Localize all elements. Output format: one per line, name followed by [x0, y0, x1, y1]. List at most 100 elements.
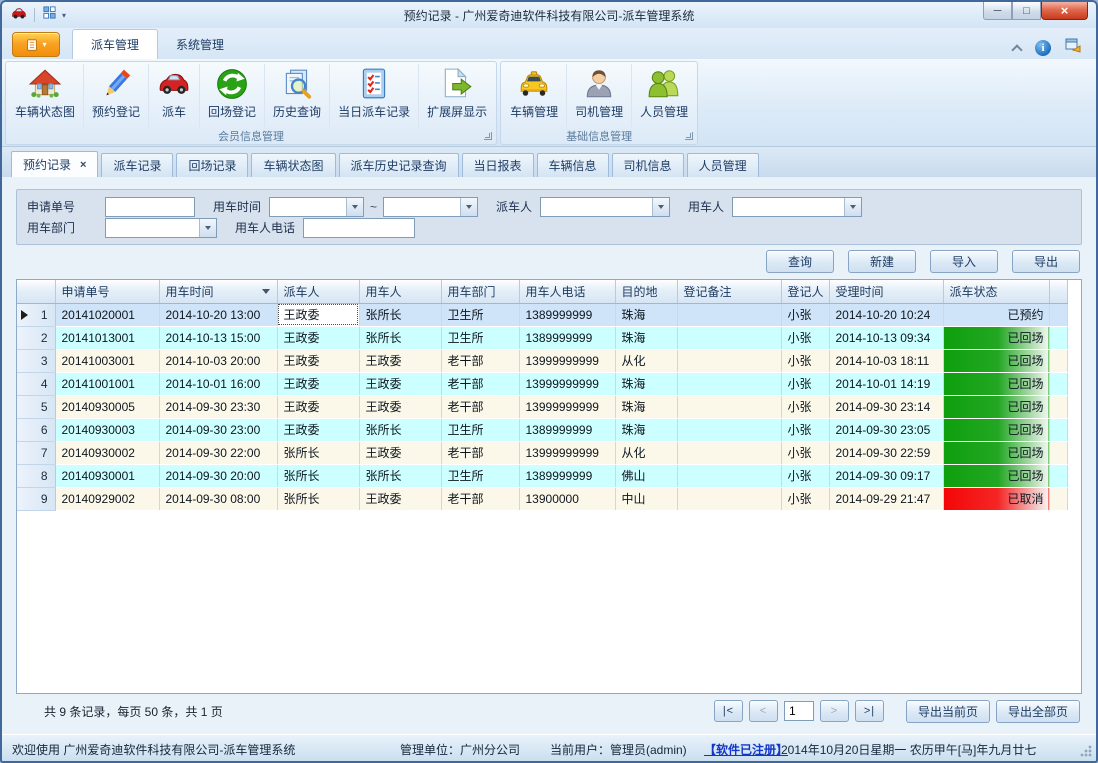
cell-accept_time[interactable]: 2014-10-13 09:34	[829, 326, 943, 349]
statusbar-registered-link[interactable]: 【软件已注册】	[704, 741, 788, 758]
row-header[interactable]: 1	[17, 303, 55, 326]
export-current-page-button[interactable]: 导出当前页	[906, 700, 990, 723]
cell-accept_time[interactable]: 2014-09-29 21:47	[829, 487, 943, 510]
cell-remark[interactable]	[677, 326, 781, 349]
cell-phone[interactable]: 1389999999	[519, 326, 615, 349]
next-page-button[interactable]: >	[820, 700, 849, 722]
cell-department[interactable]: 卫生所	[441, 418, 519, 441]
cell-accept_time[interactable]: 2014-10-20 10:24	[829, 303, 943, 326]
combo-dropdown-icon[interactable]	[844, 198, 861, 216]
quick-access-dropdown-icon[interactable]: ▾	[62, 11, 66, 20]
table-row[interactable]: 1201410200012014-10-20 13:00王政委张所长卫生所138…	[17, 303, 1067, 326]
table-row[interactable]: 6201409300032014-09-30 23:00王政委张所长卫生所138…	[17, 418, 1067, 441]
cell-registrar[interactable]: 小张	[781, 464, 829, 487]
cell-phone[interactable]: 13999999999	[519, 349, 615, 372]
column-header[interactable]: 用车人电话	[519, 280, 615, 303]
column-header[interactable]: 派车人	[277, 280, 359, 303]
cell-order_no[interactable]: 20140930002	[55, 441, 159, 464]
last-page-button[interactable]: >|	[855, 700, 884, 722]
cell-destination[interactable]: 珠海	[615, 395, 677, 418]
column-header[interactable]: 登记人	[781, 280, 829, 303]
cell-accept_time[interactable]: 2014-09-30 23:14	[829, 395, 943, 418]
filter-text-input[interactable]	[303, 218, 415, 238]
column-header[interactable]: 用车部门	[441, 280, 519, 303]
cell-dispatcher[interactable]: 张所长	[277, 441, 359, 464]
table-row[interactable]: 7201409300022014-09-30 22:00张所长王政委老干部139…	[17, 441, 1067, 464]
ribbon-button[interactable]: 司机管理	[567, 64, 632, 127]
cell-dispatcher[interactable]: 王政委	[277, 395, 359, 418]
cell-use_time[interactable]: 2014-09-30 23:30	[159, 395, 277, 418]
action-button[interactable]: 导入	[930, 250, 998, 273]
cell-destination[interactable]: 从化	[615, 349, 677, 372]
action-button[interactable]: 新建	[848, 250, 916, 273]
row-header[interactable]: 7	[17, 441, 55, 464]
cell-order_no[interactable]: 20141003001	[55, 349, 159, 372]
row-header[interactable]: 3	[17, 349, 55, 372]
doc-tab[interactable]: 人员管理	[687, 153, 759, 177]
cell-accept_time[interactable]: 2014-10-03 18:11	[829, 349, 943, 372]
column-header[interactable]: 登记备注	[677, 280, 781, 303]
cell-phone[interactable]: 1389999999	[519, 303, 615, 326]
table-row[interactable]: 4201410010012014-10-01 16:00王政委王政委老干部139…	[17, 372, 1067, 395]
cell-passenger[interactable]: 张所长	[359, 418, 441, 441]
filter-combo[interactable]	[540, 197, 670, 217]
page-number-input[interactable]	[784, 701, 814, 721]
ribbon-button[interactable]: 派车	[149, 64, 200, 127]
table-row[interactable]: 3201410030012014-10-03 20:00王政委王政委老干部139…	[17, 349, 1067, 372]
cell-remark[interactable]	[677, 418, 781, 441]
column-header[interactable]: 用车时间	[159, 280, 277, 303]
minimize-button[interactable]: ─	[983, 2, 1012, 20]
table-row[interactable]: 2201410130012014-10-13 15:00王政委张所长卫生所138…	[17, 326, 1067, 349]
table-row[interactable]: 9201409290022014-09-30 08:00张所长王政委老干部139…	[17, 487, 1067, 510]
table-row[interactable]: 8201409300012014-09-30 20:00张所长张所长卫生所138…	[17, 464, 1067, 487]
cell-registrar[interactable]: 小张	[781, 487, 829, 510]
cell-use_time[interactable]: 2014-10-01 16:00	[159, 372, 277, 395]
ribbon-tab-inactive[interactable]: 系统管理	[158, 30, 242, 59]
cell-status[interactable]: 已回场	[943, 441, 1049, 464]
cell-phone[interactable]: 1389999999	[519, 418, 615, 441]
skin-style-icon[interactable]	[1065, 37, 1082, 58]
combo-dropdown-icon[interactable]	[346, 198, 363, 216]
cell-remark[interactable]	[677, 303, 781, 326]
row-header[interactable]: 2	[17, 326, 55, 349]
filter-combo[interactable]	[269, 197, 364, 217]
cell-use_time[interactable]: 2014-10-13 15:00	[159, 326, 277, 349]
doc-tab[interactable]: 车辆信息	[537, 153, 609, 177]
cell-dispatcher[interactable]: 张所长	[277, 487, 359, 510]
maximize-button[interactable]: □	[1012, 2, 1041, 20]
cell-passenger[interactable]: 王政委	[359, 487, 441, 510]
table-row[interactable]: 5201409300052014-09-30 23:30王政委王政委老干部139…	[17, 395, 1067, 418]
cell-department[interactable]: 老干部	[441, 487, 519, 510]
export-all-pages-button[interactable]: 导出全部页	[996, 700, 1080, 723]
tab-close-icon[interactable]: ×	[80, 159, 86, 171]
cell-status[interactable]: 已回场	[943, 418, 1049, 441]
cell-order_no[interactable]: 20141020001	[55, 303, 159, 326]
cell-use_time[interactable]: 2014-10-03 20:00	[159, 349, 277, 372]
row-header[interactable]: 5	[17, 395, 55, 418]
action-button[interactable]: 导出	[1012, 250, 1080, 273]
ribbon-button[interactable]: 历史查询	[265, 64, 330, 127]
cell-department[interactable]: 卫生所	[441, 464, 519, 487]
row-header[interactable]: 9	[17, 487, 55, 510]
layout-grid-icon[interactable]	[42, 5, 57, 25]
cell-destination[interactable]: 珠海	[615, 372, 677, 395]
cell-dispatcher[interactable]: 王政委	[277, 303, 359, 326]
cell-department[interactable]: 老干部	[441, 441, 519, 464]
cell-department[interactable]: 卫生所	[441, 326, 519, 349]
cell-passenger[interactable]: 王政委	[359, 372, 441, 395]
cell-remark[interactable]	[677, 372, 781, 395]
cell-order_no[interactable]: 20140930005	[55, 395, 159, 418]
ribbon-tab-active[interactable]: 派车管理	[72, 29, 158, 59]
cell-use_time[interactable]: 2014-09-30 22:00	[159, 441, 277, 464]
cell-status[interactable]: 已取消	[943, 487, 1049, 510]
cell-accept_time[interactable]: 2014-09-30 23:05	[829, 418, 943, 441]
application-menu-button[interactable]: ▾	[12, 32, 60, 57]
cell-department[interactable]: 老干部	[441, 395, 519, 418]
cell-phone[interactable]: 13999999999	[519, 395, 615, 418]
combo-dropdown-icon[interactable]	[460, 198, 477, 216]
action-button[interactable]: 查询	[766, 250, 834, 273]
column-header[interactable]: 用车人	[359, 280, 441, 303]
filter-combo[interactable]	[383, 197, 478, 217]
cell-phone[interactable]: 13999999999	[519, 441, 615, 464]
cell-dispatcher[interactable]: 王政委	[277, 349, 359, 372]
